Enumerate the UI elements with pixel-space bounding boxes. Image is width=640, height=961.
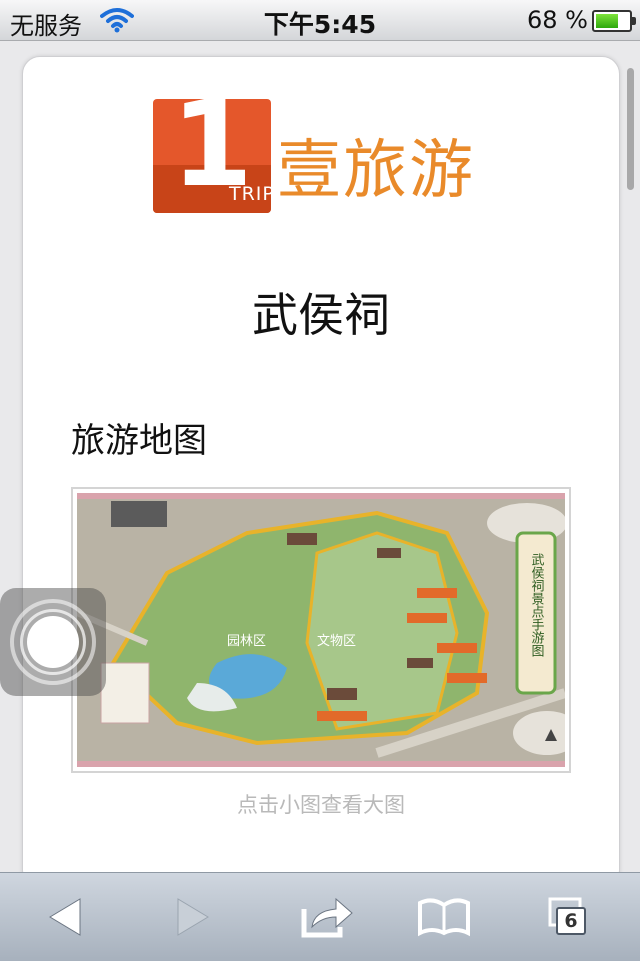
share-button[interactable] [298, 893, 358, 941]
logo-badge: 1 TRIP [153, 99, 271, 213]
bookmarks-icon [418, 898, 470, 937]
map-side-banner: 武侯祠景点手游图 [529, 553, 545, 657]
back-button[interactable] [42, 893, 102, 941]
map-thumbnail[interactable]: 园林区 文物区 武侯祠景点手游图 [71, 487, 571, 773]
share-icon [301, 897, 353, 938]
zone-label-garden: 园林区 [227, 634, 266, 649]
zone-label-relics: 文物区 [317, 634, 356, 649]
browser-toolbar: 6 [0, 872, 640, 961]
tabs-button[interactable]: 6 [546, 893, 606, 941]
back-arrow-icon [49, 898, 81, 936]
logo-trip-text: TRIP [229, 183, 271, 205]
logo-wordmark: 壹旅游 [277, 134, 475, 208]
web-page[interactable]: 1 TRIP 壹旅游 武侯祠 旅游地图 园林区 文物区 武侯祠景点手游图 点击小… [22, 56, 620, 888]
page-title: 武侯祠 [252, 288, 390, 342]
status-bar: 无服务 下午5:45 68 % [0, 0, 640, 41]
battery-level [596, 14, 618, 28]
assistive-touch-button[interactable] [0, 588, 106, 696]
page-scrollbar[interactable] [627, 68, 634, 190]
map-image: 园林区 文物区 武侯祠景点手游图 [77, 493, 565, 767]
site-logo[interactable]: 1 TRIP 壹旅游 [153, 99, 493, 217]
tab-count-badge: 6 [556, 907, 586, 935]
assistive-touch-icon [27, 616, 79, 668]
bookmarks-button[interactable] [414, 893, 474, 941]
forward-button[interactable] [166, 893, 226, 941]
map-caption: 点击小图查看大图 [237, 793, 405, 817]
section-heading: 旅游地图 [71, 421, 207, 461]
forward-arrow-icon [177, 898, 209, 936]
battery-percent: 68 % [527, 6, 588, 34]
battery-icon [592, 10, 636, 32]
